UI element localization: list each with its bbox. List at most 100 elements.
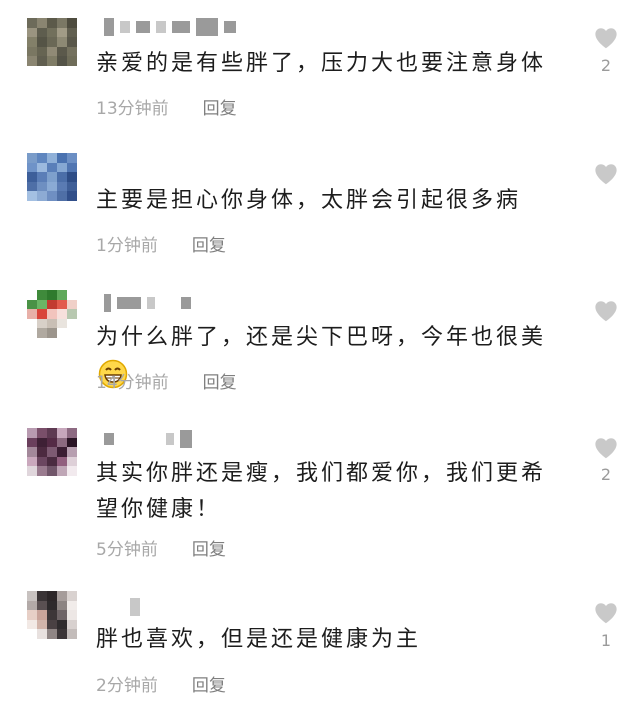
avatar[interactable]	[27, 591, 77, 639]
avatar-mosaic-cell	[27, 428, 37, 438]
avatar-mosaic-cell	[57, 328, 67, 338]
avatar-mosaic-cell	[37, 428, 47, 438]
comment-meta: 14分钟前 回复	[96, 368, 237, 393]
avatar[interactable]	[27, 290, 77, 338]
avatar-mosaic-cell	[57, 299, 67, 310]
avatar-mosaic-cell	[37, 299, 47, 310]
avatar-mosaic-cell	[37, 437, 47, 448]
avatar-mosaic-cell	[47, 56, 57, 66]
reply-button[interactable]: 回复	[192, 676, 226, 696]
avatar-mosaic-cell	[37, 191, 47, 201]
avatar-mosaic-cell	[27, 466, 37, 476]
comment-text: 其实你胖还是瘦，我们都爱你，我们更希望你健康！	[96, 461, 547, 522]
username-blurred[interactable]	[104, 18, 236, 36]
avatar-mosaic-cell	[27, 619, 37, 630]
avatar-mosaic-cell	[57, 428, 67, 438]
avatar-mosaic-cell	[27, 18, 37, 28]
avatar-mosaic-cell	[67, 318, 77, 329]
reply-button[interactable]: 回复	[192, 540, 226, 560]
username-blurred[interactable]	[104, 598, 140, 616]
heart-icon[interactable]	[591, 432, 621, 462]
avatar[interactable]	[27, 153, 77, 201]
heart-icon[interactable]	[591, 22, 621, 52]
avatar-mosaic-cell	[57, 437, 67, 448]
heart-icon[interactable]	[591, 158, 621, 188]
avatar-mosaic-cell	[27, 328, 37, 338]
avatar-mosaic-cell	[27, 37, 37, 47]
avatar-mosaic-cell	[27, 629, 37, 639]
comment-time: 5分钟前	[96, 540, 158, 560]
avatar-mosaic-cell	[47, 191, 57, 201]
avatar-mosaic-cell	[37, 46, 47, 57]
avatar-mosaic-cell	[37, 447, 47, 457]
avatar-mosaic-cell	[37, 309, 47, 319]
avatar-mosaic-cell	[67, 191, 77, 201]
comment-meta: 5分钟前 回复	[96, 535, 226, 560]
comment-time: 13分钟前	[96, 99, 169, 119]
avatar-mosaic-cell	[47, 18, 57, 28]
avatar-mosaic-cell	[57, 600, 67, 611]
avatar-mosaic-cell	[47, 428, 57, 438]
avatar-mosaic-cell	[57, 172, 67, 182]
heart-icon[interactable]	[591, 295, 621, 325]
username-blurred[interactable]	[104, 294, 191, 312]
comment-time: 14分钟前	[96, 373, 169, 393]
avatar-mosaic-cell	[47, 619, 57, 630]
avatar-mosaic-cell	[57, 456, 67, 467]
avatar[interactable]	[27, 428, 77, 476]
avatar-mosaic-cell	[57, 447, 67, 457]
avatar-mosaic-cell	[67, 437, 77, 448]
avatar-mosaic-cell	[27, 181, 37, 192]
comment-text: 亲爱的是有些胖了，压力大也要注意身体	[96, 51, 547, 76]
avatar-mosaic-cell	[37, 466, 47, 476]
avatar-mosaic-cell	[67, 290, 77, 300]
avatar-mosaic-cell	[37, 172, 47, 182]
avatar-mosaic-cell	[67, 181, 77, 192]
avatar-mosaic-cell	[37, 610, 47, 620]
avatar-mosaic-cell	[67, 56, 77, 66]
avatar-mosaic-cell	[27, 46, 37, 57]
heart-icon[interactable]	[591, 597, 621, 627]
avatar-mosaic-cell	[37, 27, 47, 38]
avatar-mosaic-cell	[27, 447, 37, 457]
comment-meta: 1分钟前 回复	[96, 231, 226, 256]
avatar-mosaic-cell	[27, 191, 37, 201]
avatar-mosaic-cell	[57, 591, 67, 601]
comment-time: 1分钟前	[96, 236, 158, 256]
avatar-mosaic-cell	[67, 37, 77, 47]
avatar-mosaic-cell	[67, 328, 77, 338]
avatar-mosaic-cell	[57, 46, 67, 57]
avatar-mosaic-cell	[47, 46, 57, 57]
avatar-mosaic-cell	[57, 181, 67, 192]
avatar-mosaic-cell	[27, 591, 37, 601]
avatar-mosaic-cell	[27, 290, 37, 300]
comment-meta: 13分钟前 回复	[96, 94, 237, 119]
avatar-mosaic-cell	[57, 191, 67, 201]
avatar-mosaic-cell	[37, 290, 47, 300]
avatar-mosaic-cell	[37, 37, 47, 47]
avatar-mosaic-cell	[57, 629, 67, 639]
avatar-mosaic-cell	[47, 629, 57, 639]
avatar-mosaic-cell	[67, 27, 77, 38]
reply-button[interactable]: 回复	[203, 99, 237, 119]
avatar-mosaic-cell	[37, 328, 47, 338]
avatar-mosaic-cell	[37, 18, 47, 28]
avatar-mosaic-cell	[47, 318, 57, 329]
reply-button[interactable]: 回复	[192, 236, 226, 256]
avatar-mosaic-cell	[37, 56, 47, 66]
avatar-mosaic-cell	[57, 290, 67, 300]
reply-button[interactable]: 回复	[203, 373, 237, 393]
avatar-mosaic-cell	[47, 162, 57, 173]
avatar-mosaic-cell	[67, 46, 77, 57]
comment-meta: 2分钟前 回复	[96, 671, 226, 696]
avatar-mosaic-cell	[67, 172, 77, 182]
avatar-mosaic-cell	[47, 27, 57, 38]
avatar-mosaic-cell	[27, 610, 37, 620]
avatar-mosaic-cell	[67, 428, 77, 438]
username-blurred[interactable]	[104, 430, 192, 448]
avatar-mosaic-cell	[67, 447, 77, 457]
avatar-mosaic-cell	[67, 591, 77, 601]
avatar[interactable]	[27, 18, 77, 66]
comment-time: 2分钟前	[96, 676, 158, 696]
avatar-mosaic-cell	[47, 610, 57, 620]
